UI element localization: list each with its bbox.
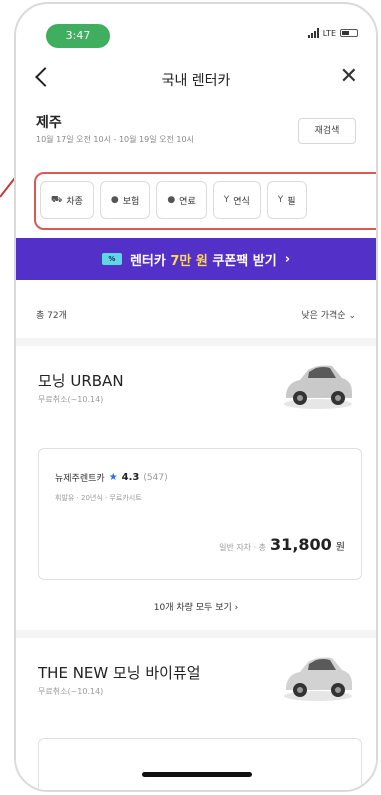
price-unit: 원 bbox=[335, 542, 345, 553]
status-bar: 3:47 LTE bbox=[16, 4, 376, 48]
car-card[interactable]: 모닝 URBAN 무료취소(~10.14) 뉴제주렌트카 ★ 4.3 (547)… bbox=[16, 346, 376, 630]
close-icon[interactable]: ✕ bbox=[340, 66, 358, 88]
research-button[interactable]: 재검색 bbox=[298, 118, 356, 144]
results-count: 총 72개 bbox=[36, 311, 67, 321]
coupon-text: 렌터카 7만 원 쿠폰팩 받기 bbox=[130, 250, 277, 269]
price-label: 일반 자차 · 총 bbox=[219, 543, 267, 552]
vendor-rating: 4.3 bbox=[121, 472, 140, 483]
vendor-offer-card[interactable] bbox=[38, 738, 362, 790]
vendor-info: 뉴제주렌트카 ★ 4.3 (547) bbox=[55, 471, 168, 484]
status-time: 3:47 bbox=[46, 24, 110, 48]
sort-dropdown[interactable]: 낮은 가격순 ⌄ bbox=[301, 308, 356, 321]
signal-icon bbox=[307, 28, 319, 38]
battery-icon bbox=[340, 29, 358, 37]
coupon-icon: % bbox=[101, 253, 122, 265]
car-name: 모닝 URBAN bbox=[38, 372, 124, 390]
phone-frame: 3:47 LTE 국내 렌터카 ✕ 제주 10월 17일 오전 10시 - 10… bbox=[14, 2, 378, 792]
car-image bbox=[284, 657, 352, 701]
chevron-right-icon: › bbox=[284, 251, 291, 267]
coupon-highlight: 7만 원 bbox=[170, 253, 208, 269]
status-indicators: LTE bbox=[307, 28, 358, 38]
vendor-name: 뉴제주렌트카 bbox=[55, 474, 105, 484]
car-image bbox=[284, 365, 352, 409]
network-label: LTE bbox=[322, 28, 336, 38]
vendor-offer-card[interactable]: 뉴제주렌트카 ★ 4.3 (547) 휘발유 · 20년식 · 무료카시트 일반… bbox=[38, 448, 362, 580]
home-indicator bbox=[142, 772, 252, 777]
results-list: 총 72개 낮은 가격순 ⌄ 모닝 URBAN 무료취소(~10.14) 뉴제주… bbox=[16, 280, 376, 790]
price-row: 일반 자차 · 총 31,800 원 bbox=[219, 535, 345, 554]
vendor-tags: 휘발유 · 20년식 · 무료카시트 bbox=[55, 494, 142, 502]
coupon-banner[interactable]: % 렌터카 7만 원 쿠폰팩 받기 › bbox=[16, 238, 376, 280]
see-all-vehicles-link[interactable]: 10개 차량 모두 보기 › bbox=[16, 600, 376, 613]
price-value: 31,800 bbox=[270, 535, 332, 554]
car-card[interactable]: THE NEW 모닝 바이퓨얼 무료취소(~10.14) bbox=[16, 638, 376, 790]
car-name: THE NEW 모닝 바이퓨얼 bbox=[38, 664, 201, 682]
vendor-review-count: (547) bbox=[143, 472, 168, 483]
star-icon: ★ bbox=[108, 472, 118, 483]
nav-bar: 국내 렌터카 ✕ bbox=[16, 62, 376, 98]
results-header: 총 72개 낮은 가격순 ⌄ bbox=[16, 280, 376, 338]
coupon-text-prefix: 렌터카 bbox=[129, 253, 171, 269]
search-region: 제주 bbox=[36, 115, 62, 131]
search-dates: 10월 17일 오전 10시 - 10월 19일 오전 10시 bbox=[36, 135, 194, 144]
search-summary: 제주 10월 17일 오전 10시 - 10월 19일 오전 10시 재검색 bbox=[16, 108, 376, 166]
filter-highlight-box bbox=[34, 172, 376, 230]
coupon-text-suffix: 쿠폰팩 받기 bbox=[207, 253, 277, 269]
page-title: 국내 렌터카 bbox=[161, 73, 231, 89]
free-cancel-label: 무료취소(~10.14) bbox=[38, 687, 104, 696]
free-cancel-label: 무료취소(~10.14) bbox=[38, 395, 104, 404]
